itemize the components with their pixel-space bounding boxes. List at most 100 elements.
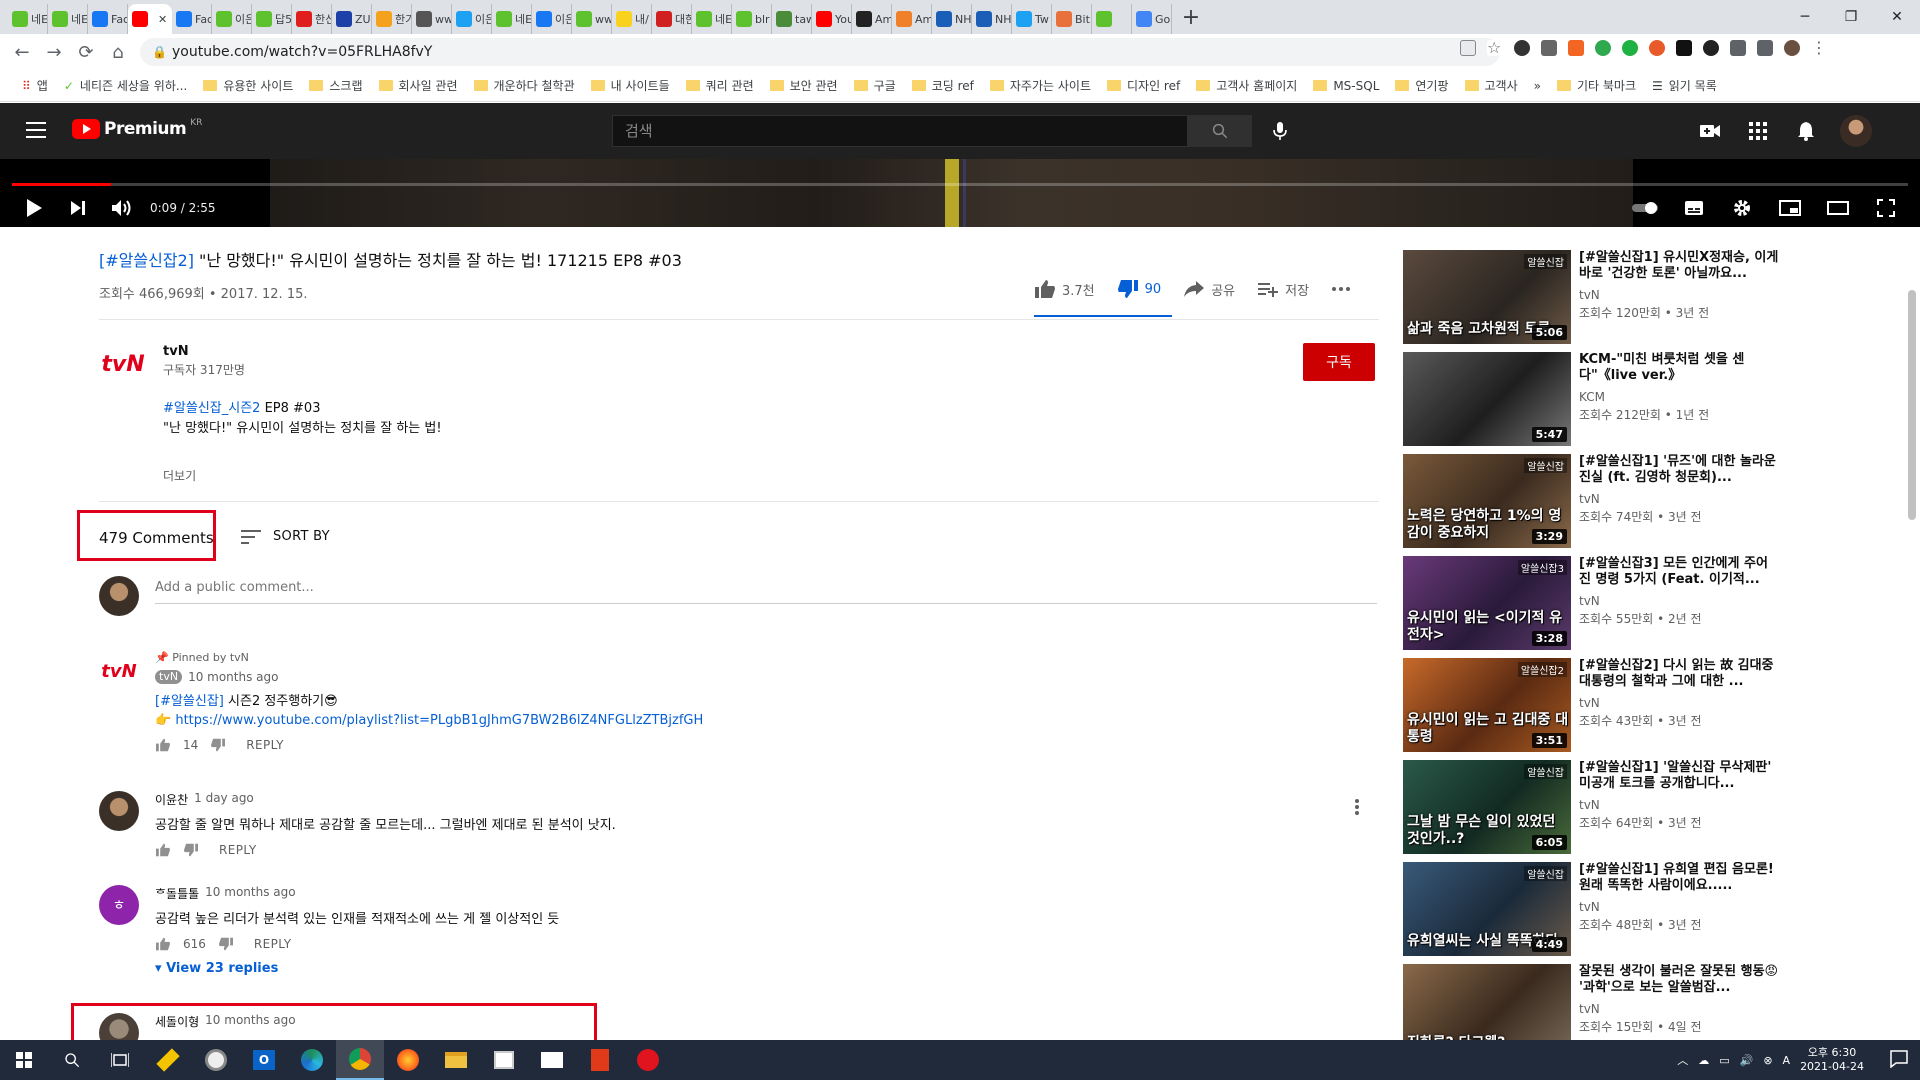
profile-icon[interactable] <box>1784 40 1800 56</box>
video-thumbnail[interactable]: 알쓸신잡2 유시민이 읽는 고 김대중 대통령 3:51 <box>1403 658 1571 752</box>
extension-icon-7[interactable] <box>1703 40 1719 56</box>
subscribe-button[interactable]: 구독 <box>1303 343 1375 381</box>
bookmark-item[interactable]: 자주가는 사이트 <box>982 77 1099 94</box>
video-thumbnail[interactable]: 알쓸신잡 삶과 죽음 고차원적 토론 5:06 <box>1403 250 1571 344</box>
save-button[interactable]: 저장 <box>1257 280 1309 299</box>
related-video-title[interactable]: KCM-"미친 벼룻처럼 셋을 센다"《live ver.》 <box>1579 352 1779 384</box>
bookmark-star-icon[interactable]: ☆ <box>1487 40 1503 56</box>
bookmark-item[interactable]: 쿼리 관련 <box>678 77 762 94</box>
taskbar-app-chrome[interactable] <box>336 1040 384 1080</box>
apps-button[interactable] <box>1744 117 1772 145</box>
home-button[interactable]: ⌂ <box>102 36 134 68</box>
like-button[interactable]: 3.7천 <box>1034 279 1095 299</box>
channel-name[interactable]: tvN <box>163 344 189 359</box>
related-video-channel[interactable]: tvN <box>1579 492 1779 506</box>
browser-tab[interactable]: ✕ <box>128 4 172 34</box>
minimize-button[interactable]: ─ <box>1782 0 1828 34</box>
related-video-title[interactable]: [#알쓸신잡1] 유시민X정재승, 이게 바로 '건강한 토론' 아닐까요... <box>1579 250 1779 282</box>
start-button[interactable] <box>0 1040 48 1080</box>
close-window-button[interactable]: ✕ <box>1874 0 1920 34</box>
add-comment-input[interactable] <box>155 580 1377 604</box>
chevron-up-icon[interactable]: ︿ <box>1677 1052 1688 1068</box>
browser-tab[interactable]: NH <box>972 4 1012 34</box>
search-button[interactable] <box>1188 115 1252 147</box>
video-player[interactable]: 0:09 / 2:55 <box>0 159 1920 227</box>
sort-by-button[interactable]: SORT BY <box>241 529 330 544</box>
browser-tab[interactable]: Fac <box>172 4 212 34</box>
related-video-title[interactable]: [#알쓸신잡1] 유희열 편집 음모론! 원래 똑똑한 사람이에요..... <box>1579 862 1779 894</box>
related-video-title[interactable]: [#알쓸신잡3] 모든 인간에게 주어진 명령 5가지 (Feat. 이기적..… <box>1579 556 1779 588</box>
taskbar-app-edge[interactable] <box>288 1040 336 1080</box>
related-video-title[interactable]: 잘못된 생각이 불러온 잘못된 행동😡 '과학'으로 보는 알쓸범잡... <box>1579 964 1779 996</box>
comment-time[interactable]: 10 months ago <box>205 1013 295 1030</box>
extension-icon-5[interactable] <box>1649 40 1665 56</box>
extension-icon-2[interactable] <box>1541 40 1557 56</box>
notifications-button[interactable] <box>1792 117 1820 145</box>
voice-search-button[interactable] <box>1264 115 1296 147</box>
bookmark-item[interactable]: 구글 <box>846 77 904 94</box>
thumbs-down-icon[interactable] <box>183 843 199 857</box>
fullscreen-button[interactable] <box>1864 190 1908 226</box>
browser-tab[interactable]: 한신 <box>292 4 332 34</box>
thumbs-up-icon[interactable] <box>155 937 171 951</box>
extension-icon-4[interactable] <box>1622 40 1638 56</box>
bookmark-item[interactable]: 내 사이트들 <box>583 77 678 94</box>
bookmark-item[interactable]: ⠿ 앱 <box>14 77 56 94</box>
reply-button[interactable]: REPLY <box>219 843 257 857</box>
video-thumbnail[interactable]: 알쓸신잡3 유시민이 읽는 <이기적 유전자> 3:28 <box>1403 556 1571 650</box>
video-thumbnail[interactable]: 알쓸신잡 노력은 당연하고 1%의 영감이 중요하지 3:29 <box>1403 454 1571 548</box>
volume-tray-icon[interactable]: 🔊 <box>1740 1054 1754 1067</box>
browser-tab[interactable]: 네E <box>492 4 532 34</box>
video-thumbnail[interactable]: 5:47 <box>1403 352 1571 446</box>
account-avatar[interactable] <box>1840 115 1872 147</box>
related-video-channel[interactable]: tvN <box>1579 594 1779 608</box>
browser-tab[interactable]: blr <box>732 4 772 34</box>
taskbar-app-pen[interactable] <box>144 1040 192 1080</box>
commenter-avatar[interactable] <box>99 791 139 831</box>
related-video-channel[interactable]: tvN <box>1579 900 1779 914</box>
comment-author[interactable]: ᄒ돌틀톨 <box>155 885 199 902</box>
bookmark-item[interactable]: 코딩 ref <box>904 77 982 94</box>
taskbar-app-office[interactable] <box>576 1040 624 1080</box>
search-taskbar-button[interactable] <box>48 1040 96 1080</box>
show-more-button[interactable]: 더보기 <box>163 467 196 484</box>
bookmark-item[interactable]: MS-SQL <box>1305 79 1387 93</box>
menu-icon[interactable]: ⋮ <box>1811 40 1827 56</box>
create-button[interactable] <box>1696 117 1724 145</box>
back-button[interactable]: ← <box>6 36 38 68</box>
comment-author[interactable]: 이윤찬 <box>155 791 188 808</box>
browser-tab[interactable]: 네E <box>8 4 48 34</box>
puzzle-icon[interactable] <box>1730 40 1746 56</box>
taskbar-app-store[interactable] <box>480 1040 528 1080</box>
browser-tab[interactable]: 이은 <box>532 4 572 34</box>
description-hashtag-link[interactable]: #알쓸신잡_시즌2 <box>163 401 260 416</box>
browser-tab[interactable]: 이은 <box>212 4 252 34</box>
browser-tab[interactable]: Bit <box>1052 4 1092 34</box>
address-bar[interactable]: 🔒 youtube.com/watch?v=05FRLHA8fvY <box>140 38 1500 66</box>
reply-button[interactable]: REPLY <box>254 937 292 951</box>
bookmark-item[interactable]: 회사일 관련 <box>371 77 466 94</box>
rss-icon[interactable] <box>1568 40 1584 56</box>
progress-bar[interactable] <box>12 183 1908 186</box>
forward-button[interactable]: → <box>38 36 70 68</box>
play-button[interactable] <box>12 190 56 226</box>
reload-button[interactable]: ⟳ <box>70 36 102 68</box>
more-actions-button[interactable] <box>1331 286 1351 292</box>
bookmark-item[interactable]: 개운하다 철학관 <box>466 77 583 94</box>
browser-tab[interactable]: 네E <box>48 4 88 34</box>
browser-tab[interactable]: Am <box>852 4 892 34</box>
bookmark-item[interactable]: 연기팡 <box>1387 77 1456 94</box>
network-icon[interactable]: ▭ <box>1719 1054 1729 1067</box>
browser-tab[interactable]: NH <box>932 4 972 34</box>
subtitles-button[interactable] <box>1672 190 1716 226</box>
bookmarks-overflow-button[interactable]: » <box>1526 79 1549 93</box>
media-icon[interactable] <box>1757 40 1773 56</box>
browser-tab[interactable]: ww <box>572 4 612 34</box>
bookmark-item[interactable]: 보안 관련 <box>762 77 846 94</box>
browser-tab[interactable]: taw <box>772 4 812 34</box>
bookmark-item[interactable]: 디자인 ref <box>1099 77 1188 94</box>
search-input[interactable] <box>612 115 1188 147</box>
browser-tab[interactable]: 내/ <box>612 4 652 34</box>
browser-tab[interactable]: Fac <box>88 4 128 34</box>
bookmark-item[interactable]: 고객사 홈페이지 <box>1188 77 1305 94</box>
